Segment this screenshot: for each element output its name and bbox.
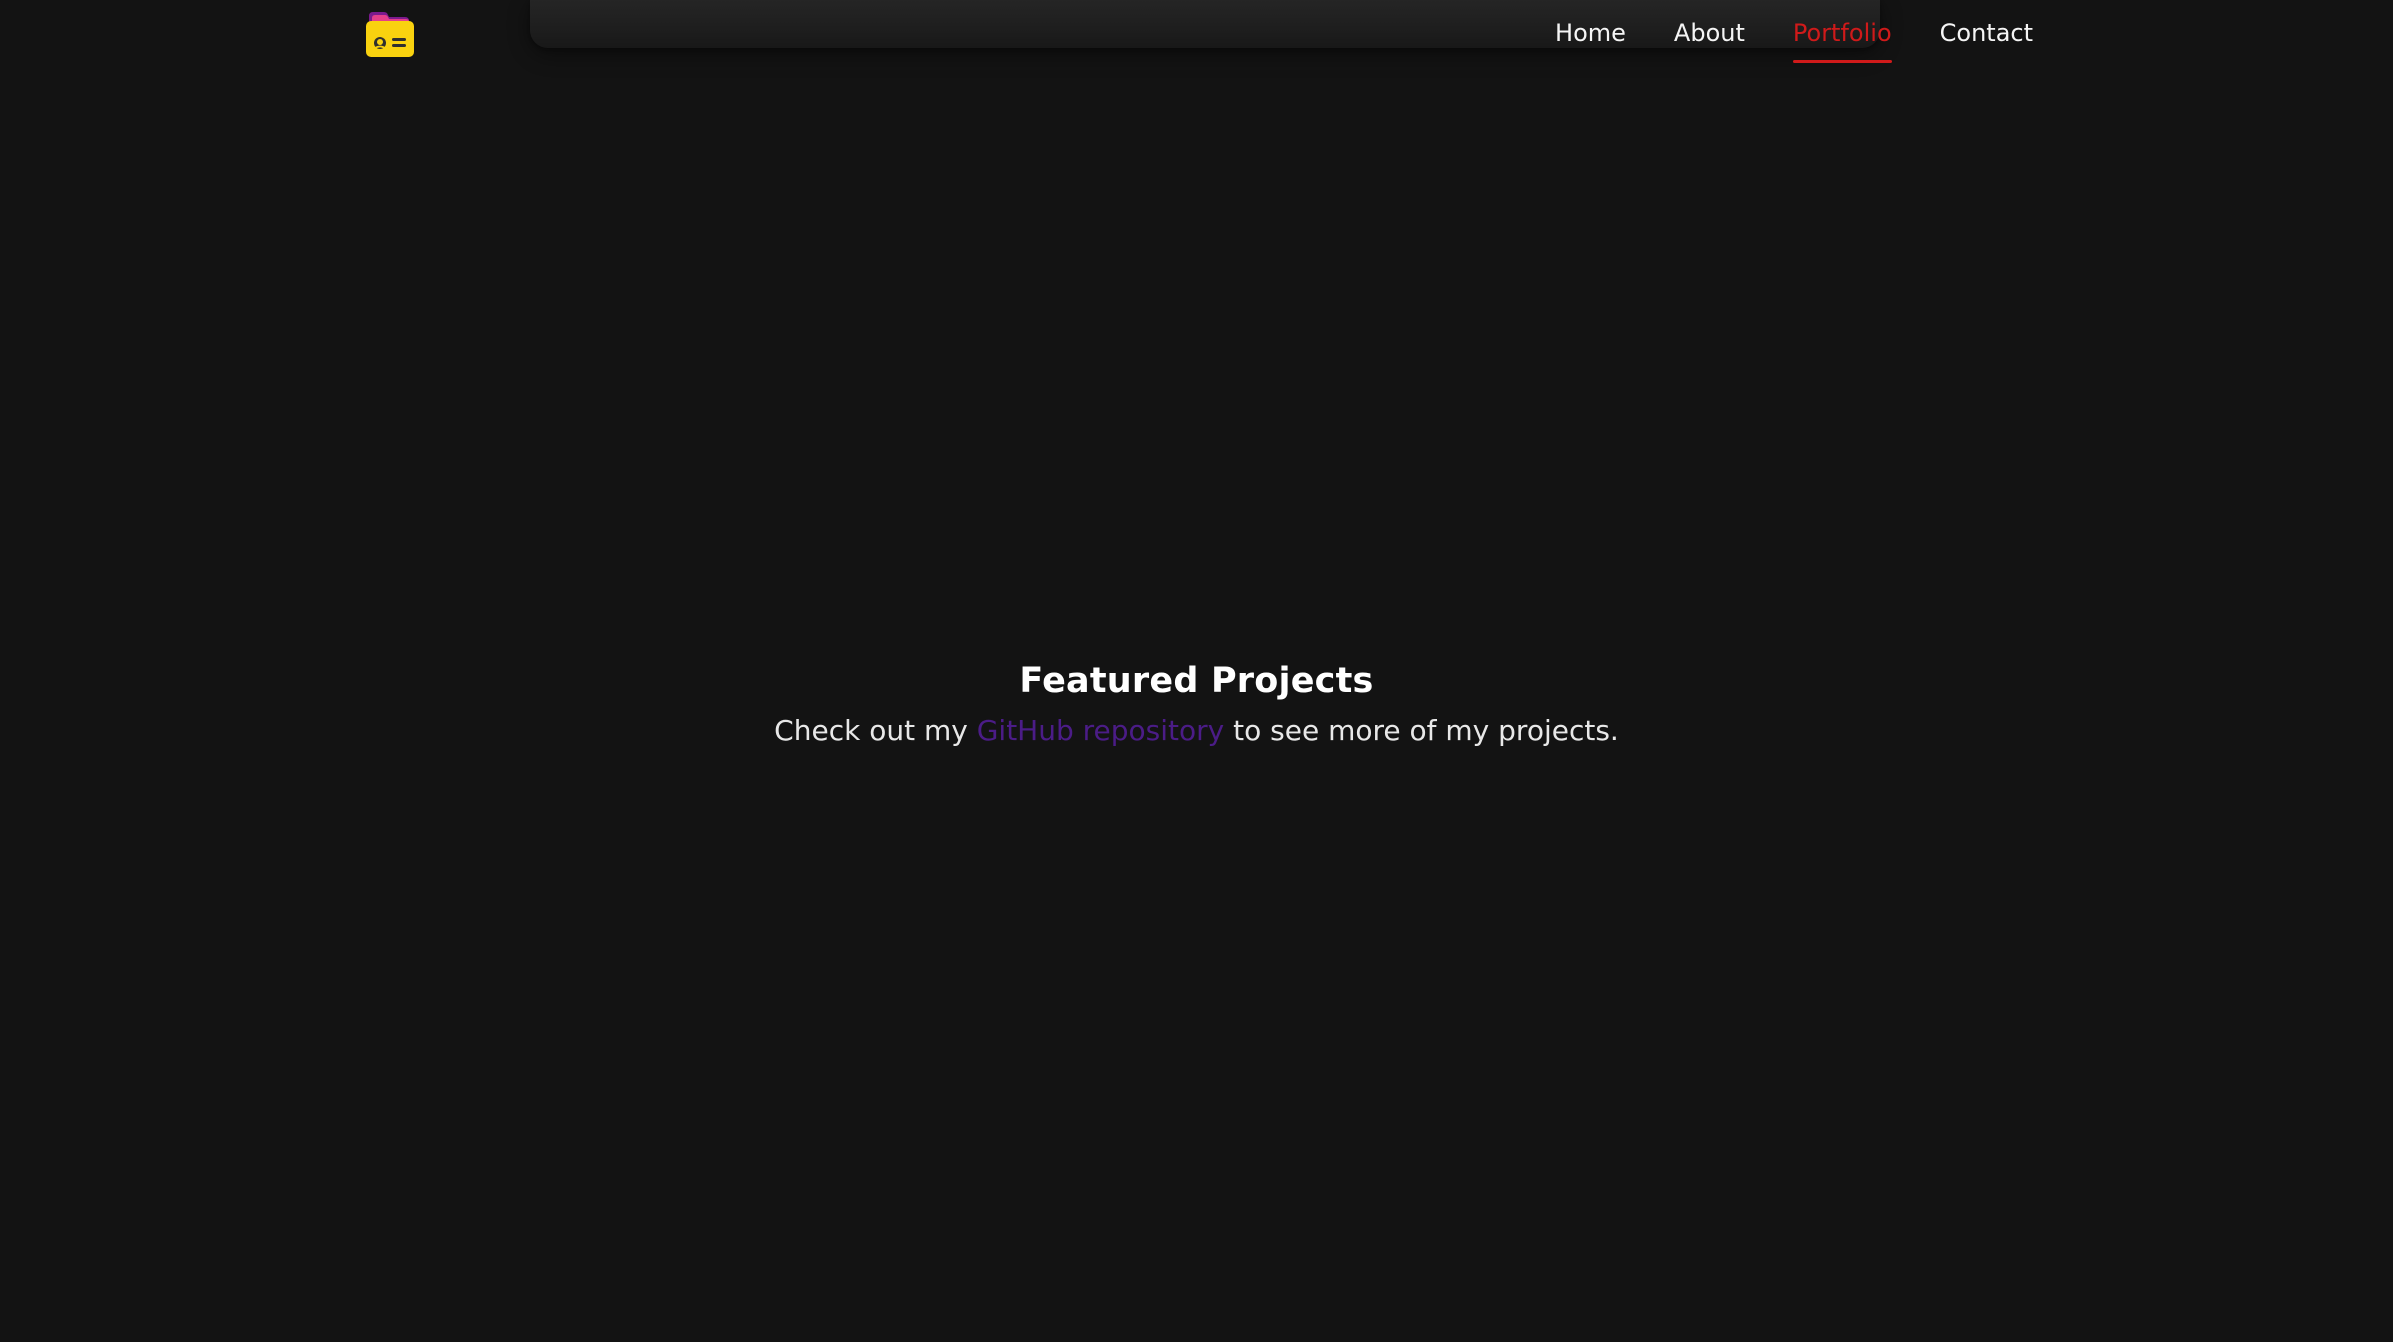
nav-about[interactable]: About xyxy=(1674,21,1745,45)
subtitle-after-text: to see more of my projects. xyxy=(1233,714,1619,747)
subtitle-before-text: Check out my xyxy=(774,714,968,747)
featured-projects-subtitle: Check out my GitHub repository to see mo… xyxy=(0,714,2393,748)
nav-home[interactable]: Home xyxy=(1555,21,1626,45)
featured-projects-section: Featured Projects Check out my GitHub re… xyxy=(0,660,2393,748)
page: Home About Portfolio Contact Featured Pr… xyxy=(0,0,2393,1342)
portfolio-folder-logo-icon[interactable] xyxy=(362,6,416,60)
main-navigation: Home About Portfolio Contact xyxy=(1555,0,2033,66)
featured-projects-title: Featured Projects xyxy=(1019,661,1374,701)
nav-portfolio[interactable]: Portfolio xyxy=(1792,21,1892,63)
github-repository-link[interactable]: GitHub repository xyxy=(977,714,1225,747)
nav-contact[interactable]: Contact xyxy=(1940,21,2033,45)
